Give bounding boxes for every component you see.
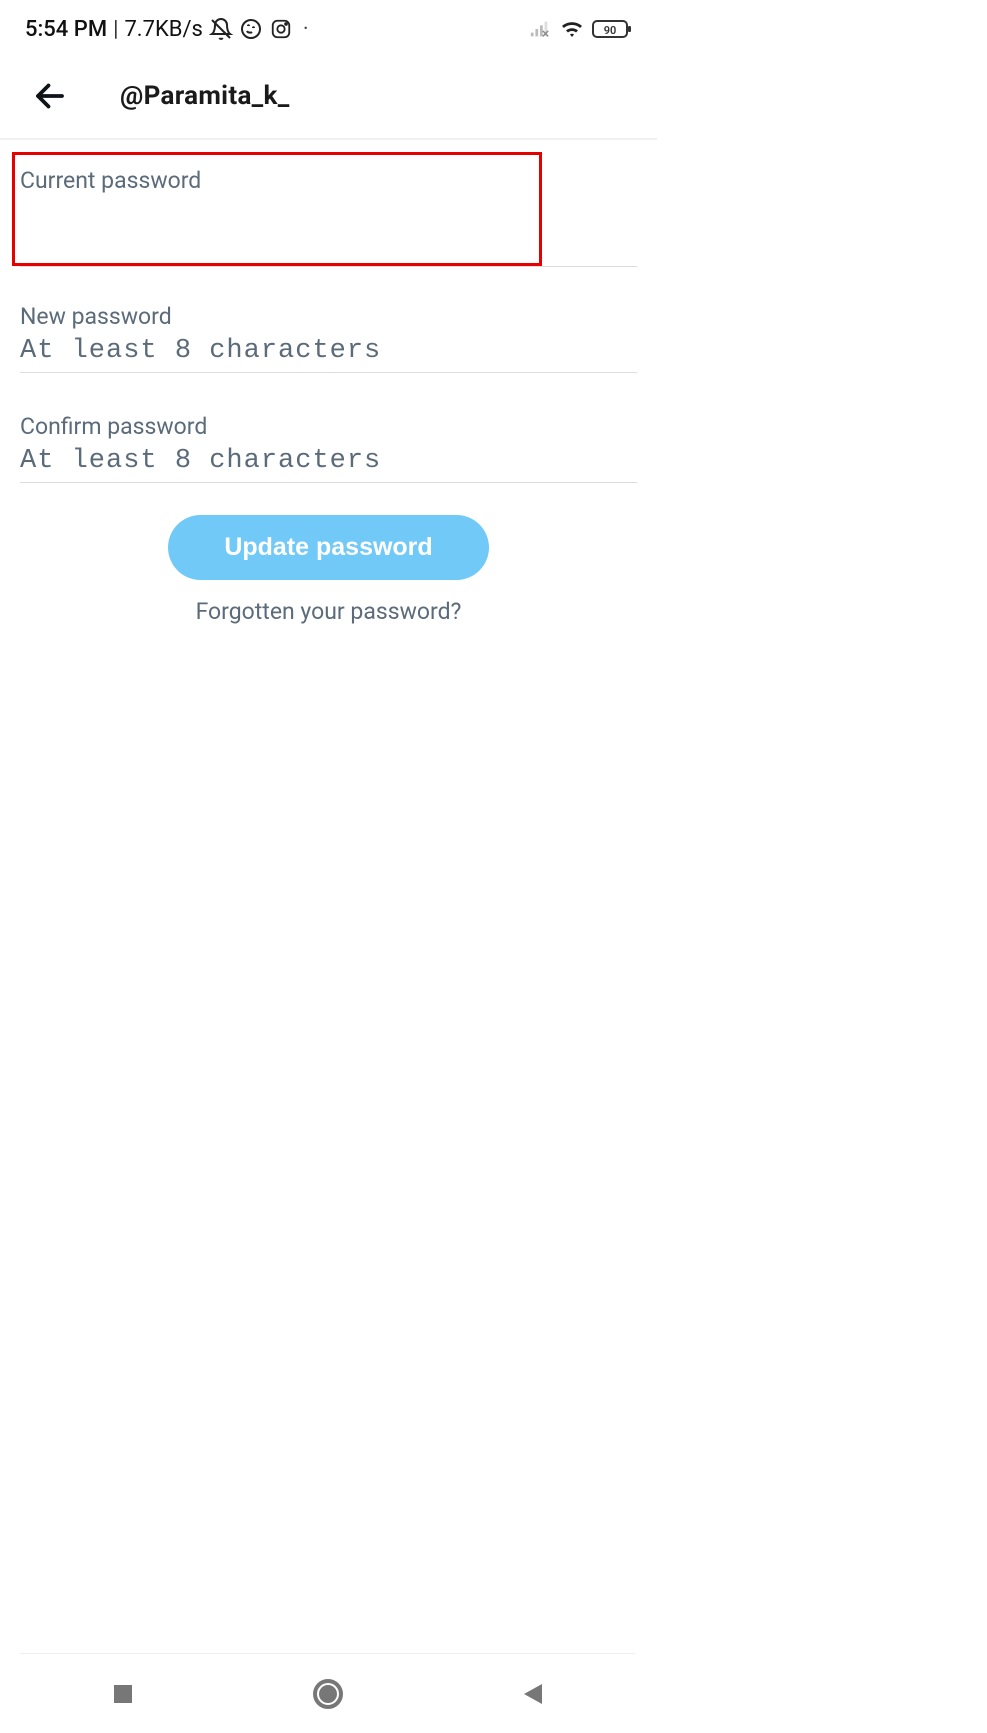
signal-icon xyxy=(528,17,552,41)
confirm-password-group: Confirm password xyxy=(20,413,637,483)
status-dot: · xyxy=(299,17,313,42)
status-separator: | xyxy=(113,17,118,42)
nav-back-button[interactable] xyxy=(483,1681,583,1707)
status-right: 90 xyxy=(528,17,637,41)
status-bar: 5:54 PM | 7.7KB/s xyxy=(0,0,657,58)
confirm-password-input[interactable] xyxy=(20,440,637,478)
status-left: 5:54 PM | 7.7KB/s xyxy=(25,17,313,42)
status-time: 5:54 PM xyxy=(25,17,107,42)
password-form: Current password New password Confirm pa… xyxy=(0,140,657,625)
bell-mute-icon xyxy=(209,17,233,41)
back-button[interactable] xyxy=(30,76,70,116)
current-password-input[interactable] xyxy=(20,196,539,206)
android-nav-bar xyxy=(20,1653,635,1733)
new-password-group: New password xyxy=(20,303,637,373)
status-data-rate: 7.7KB/s xyxy=(124,17,202,42)
instagram-icon xyxy=(269,17,293,41)
app-header: @Paramita_k_ xyxy=(0,58,657,138)
current-password-group: Current password xyxy=(12,152,542,266)
battery-icon: 90 xyxy=(592,19,632,39)
new-password-input[interactable] xyxy=(20,330,637,368)
wifi-icon xyxy=(560,17,584,41)
confirm-password-label: Confirm password xyxy=(20,413,637,440)
svg-text:90: 90 xyxy=(604,24,617,37)
update-password-button[interactable]: Update password xyxy=(168,515,488,580)
nav-recent-button[interactable] xyxy=(73,1682,173,1706)
current-password-label: Current password xyxy=(20,167,539,194)
forgot-password-link[interactable]: Forgotten your password? xyxy=(196,598,462,625)
nav-home-button[interactable] xyxy=(278,1677,378,1711)
whatsapp-icon xyxy=(239,17,263,41)
new-password-label: New password xyxy=(20,303,637,330)
page-title: @Paramita_k_ xyxy=(120,81,290,111)
